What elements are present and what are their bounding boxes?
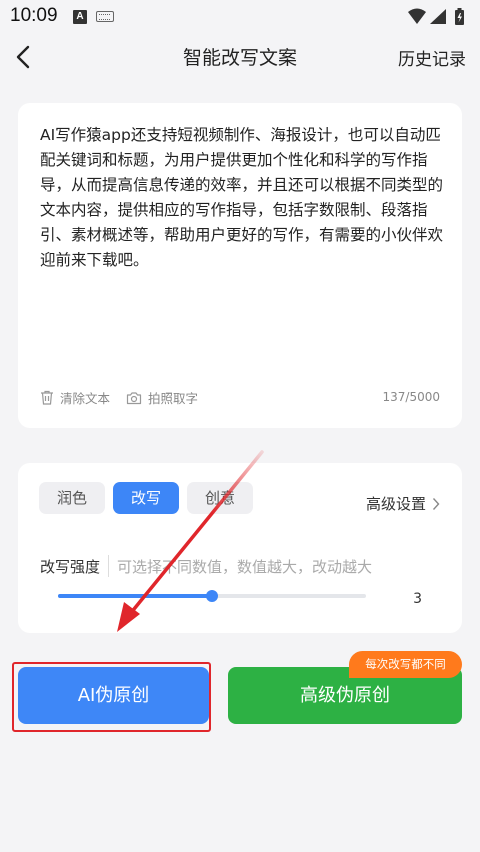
signal-icon <box>430 9 446 24</box>
slider-thumb[interactable] <box>206 590 218 602</box>
status-time: 10:09 <box>10 5 58 26</box>
status-bar: 10:09 A <box>0 0 480 34</box>
battery-icon <box>455 8 464 25</box>
strength-hint: 可选择不同数值，数值越大，改动越大 <box>117 557 373 576</box>
text-tools: 清除文本 拍照取字 <box>40 388 214 407</box>
promo-badge: 每次改写都不同 <box>349 651 462 678</box>
advanced-settings-link[interactable]: 高级设置 <box>366 493 440 514</box>
chevron-right-icon <box>432 497 440 510</box>
divider <box>108 555 110 577</box>
status-icons <box>408 7 468 31</box>
strength-slider[interactable] <box>58 590 366 602</box>
tab-rewrite[interactable]: 改写 <box>113 482 179 514</box>
char-counter: 137/5000 <box>382 390 441 404</box>
text-content[interactable]: AI写作猿app还支持短视频制作、海报设计，也可以自动匹配关键词和标题，为用户提… <box>40 123 448 273</box>
annotation-highlight-box <box>12 662 211 732</box>
photo-text-button[interactable]: 拍照取字 <box>126 388 198 407</box>
trash-icon <box>41 390 53 405</box>
clear-text-label: 清除文本 <box>60 391 111 406</box>
notification-a-icon: A <box>73 10 87 24</box>
mode-tabs: 润色 改写 创意 <box>39 482 261 514</box>
settings-card: 润色 改写 创意 高级设置 改写强度 可选择不同数值，数值越大，改动越大 3 <box>18 463 462 633</box>
strength-value: 3 <box>413 591 422 607</box>
history-button[interactable]: 历史记录 <box>398 45 466 70</box>
tab-creative[interactable]: 创意 <box>187 482 253 514</box>
tab-polish[interactable]: 润色 <box>39 482 105 514</box>
app-header: 智能改写文案 历史记录 <box>0 34 480 80</box>
slider-fill <box>58 594 212 598</box>
advanced-settings-label: 高级设置 <box>365 495 426 513</box>
keyboard-icon <box>96 11 114 22</box>
photo-text-label: 拍照取字 <box>148 391 199 406</box>
wifi-icon <box>408 8 426 24</box>
clear-text-button[interactable]: 清除文本 <box>40 388 110 407</box>
strength-row: 改写强度 可选择不同数值，数值越大，改动越大 <box>40 555 372 577</box>
text-input-card[interactable]: AI写作猿app还支持短视频制作、海报设计，也可以自动匹配关键词和标题，为用户提… <box>18 103 462 428</box>
camera-icon <box>126 391 142 404</box>
strength-label: 改写强度 <box>40 557 101 576</box>
